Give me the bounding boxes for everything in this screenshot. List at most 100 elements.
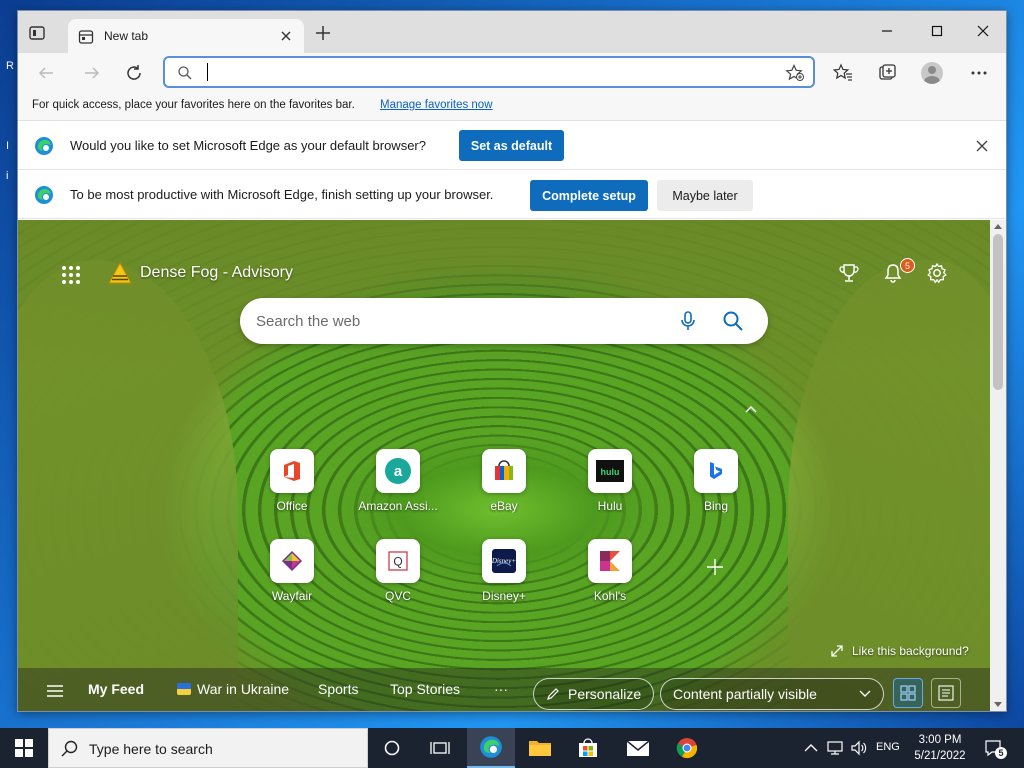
quick-link-tile — [270, 449, 314, 493]
quick-link-tile: a — [376, 449, 420, 493]
weather-alert[interactable]: Dense Fog - Advisory — [108, 262, 293, 284]
volume-speaker-icon[interactable] — [850, 739, 868, 757]
like-background-link[interactable]: Like this background? — [830, 644, 969, 658]
cortana-button[interactable] — [368, 728, 416, 768]
bing-logo-icon — [710, 462, 722, 479]
address-input[interactable] — [205, 62, 765, 82]
back-arrow-icon — [38, 67, 53, 79]
qvc-logo-icon: Q — [388, 551, 408, 571]
show-hidden-icons-chevron-up-icon[interactable] — [802, 739, 820, 757]
new-tab-plus-icon[interactable] — [314, 24, 332, 42]
chevron-down-icon — [859, 690, 871, 697]
set-as-default-button[interactable]: Set as default — [459, 130, 564, 161]
cortana-circle-icon — [384, 740, 400, 756]
personalize-label: Personalize — [568, 686, 642, 702]
system-clock[interactable]: 3:00 PM 5/21/2022 — [908, 732, 972, 764]
close-infobar-icon[interactable] — [974, 138, 990, 154]
scrollbar-thumb[interactable] — [993, 234, 1003, 390]
grid-layout-icon — [900, 685, 916, 701]
refresh-button[interactable] — [122, 61, 146, 85]
add-quick-link-plus-icon[interactable] — [706, 558, 724, 576]
favorites-button[interactable] — [831, 61, 855, 85]
start-button[interactable] — [0, 728, 48, 768]
tab-new-tab[interactable]: New tab — [68, 19, 304, 53]
feed-more-button[interactable]: ··· — [494, 681, 508, 697]
amazon-assistant-logo-icon: a — [385, 458, 411, 484]
content-visibility-label: Content partially visible — [673, 686, 817, 702]
quick-link-tile — [694, 449, 738, 493]
quick-link-kohls[interactable]: Kohl's — [560, 539, 660, 619]
profile-button[interactable] — [920, 61, 944, 85]
feed-tab-my-feed[interactable]: My Feed — [88, 681, 144, 697]
task-view-button[interactable] — [416, 728, 464, 768]
close-window-button[interactable] — [960, 16, 1006, 46]
vertical-scrollbar[interactable] — [990, 220, 1006, 711]
feed-menu-icon[interactable] — [46, 684, 64, 698]
quick-link-disney-plus[interactable]: Disney+ Disney+ — [454, 539, 554, 619]
close-tab-icon[interactable] — [278, 28, 294, 44]
notification-count-badge: 5 — [900, 258, 915, 273]
quick-link-amazon-assistant[interactable]: a Amazon Assi... — [348, 449, 448, 529]
tab-actions-icon[interactable] — [28, 24, 46, 42]
settings-and-more-button[interactable] — [967, 61, 991, 85]
taskbar-mail-app[interactable] — [614, 728, 662, 768]
address-bar[interactable] — [163, 56, 815, 88]
quick-link-label: Disney+ — [482, 589, 526, 603]
more-ellipsis-icon — [971, 71, 987, 75]
scroll-down-arrow-icon[interactable] — [994, 702, 1002, 707]
weather-warning-icon — [108, 262, 132, 284]
feed-tab-label: Top Stories — [390, 681, 461, 697]
scroll-up-arrow-icon[interactable] — [994, 224, 1002, 229]
quick-link-tile: Disney+ — [482, 539, 526, 583]
forward-button[interactable] — [80, 61, 104, 85]
disney-plus-logo-icon: Disney+ — [491, 549, 516, 573]
complete-setup-button[interactable]: Complete setup — [530, 180, 648, 211]
personalize-button[interactable]: Personalize — [533, 678, 655, 710]
taskbar-search-box[interactable]: Type here to search — [48, 728, 368, 768]
web-search-box[interactable] — [240, 298, 768, 344]
refresh-icon — [127, 65, 141, 80]
edge-logo-icon — [35, 137, 53, 155]
minimize-button[interactable] — [864, 16, 910, 46]
chevron-up-icon[interactable] — [744, 404, 758, 414]
quick-link-label: Amazon Assi... — [358, 499, 438, 513]
rewards-trophy-icon[interactable] — [838, 262, 860, 284]
search-submit-icon[interactable] — [722, 310, 744, 332]
feed-tab-top-stories[interactable]: Top Stories — [390, 681, 460, 697]
manage-favorites-link[interactable]: Manage favorites now — [380, 99, 493, 111]
search-icon — [178, 66, 192, 80]
navigation-toolbar — [18, 53, 1006, 93]
collections-button[interactable] — [875, 61, 899, 85]
quick-link-hulu[interactable]: hulu Hulu — [560, 449, 660, 529]
app-launcher-grid-icon[interactable] — [62, 266, 80, 284]
list-layout-button[interactable] — [931, 678, 961, 708]
quick-link-ebay[interactable]: eBay — [454, 449, 554, 529]
microphone-icon[interactable] — [678, 310, 698, 332]
quick-link-tile: Q — [376, 539, 420, 583]
page-settings-gear-icon[interactable] — [926, 262, 948, 284]
quick-link-qvc[interactable]: Q QVC — [348, 539, 448, 619]
feed-tab-war-in-ukraine[interactable]: War in Ukraine — [177, 681, 289, 697]
windows-logo-icon — [15, 739, 33, 757]
svg-text:hulu: hulu — [601, 467, 620, 477]
taskbar-file-explorer-app[interactable] — [516, 728, 564, 768]
ukraine-flag-icon — [177, 683, 191, 695]
quick-link-wayfair[interactable]: Wayfair — [242, 539, 342, 619]
quick-link-office[interactable]: Office — [242, 449, 342, 529]
taskbar-chrome-app[interactable] — [663, 728, 711, 768]
chrome-logo-icon — [676, 738, 698, 759]
add-favorite-star-icon[interactable] — [785, 64, 805, 82]
input-language-indicator[interactable]: ENG — [876, 741, 900, 753]
back-button[interactable] — [34, 61, 58, 85]
maximize-button[interactable] — [914, 16, 960, 46]
maybe-later-button[interactable]: Maybe later — [657, 180, 753, 211]
taskbar-edge-app[interactable] — [467, 728, 515, 768]
web-search-input[interactable] — [256, 311, 656, 331]
feed-tab-sports[interactable]: Sports — [318, 681, 358, 697]
network-icon[interactable] — [826, 739, 844, 757]
taskbar-store-app[interactable] — [564, 728, 612, 768]
feed-tab-label: My Feed — [88, 681, 145, 697]
grid-layout-button[interactable] — [893, 678, 923, 708]
content-visibility-dropdown[interactable]: Content partially visible — [660, 678, 884, 710]
quick-link-bing[interactable]: Bing — [666, 449, 766, 529]
